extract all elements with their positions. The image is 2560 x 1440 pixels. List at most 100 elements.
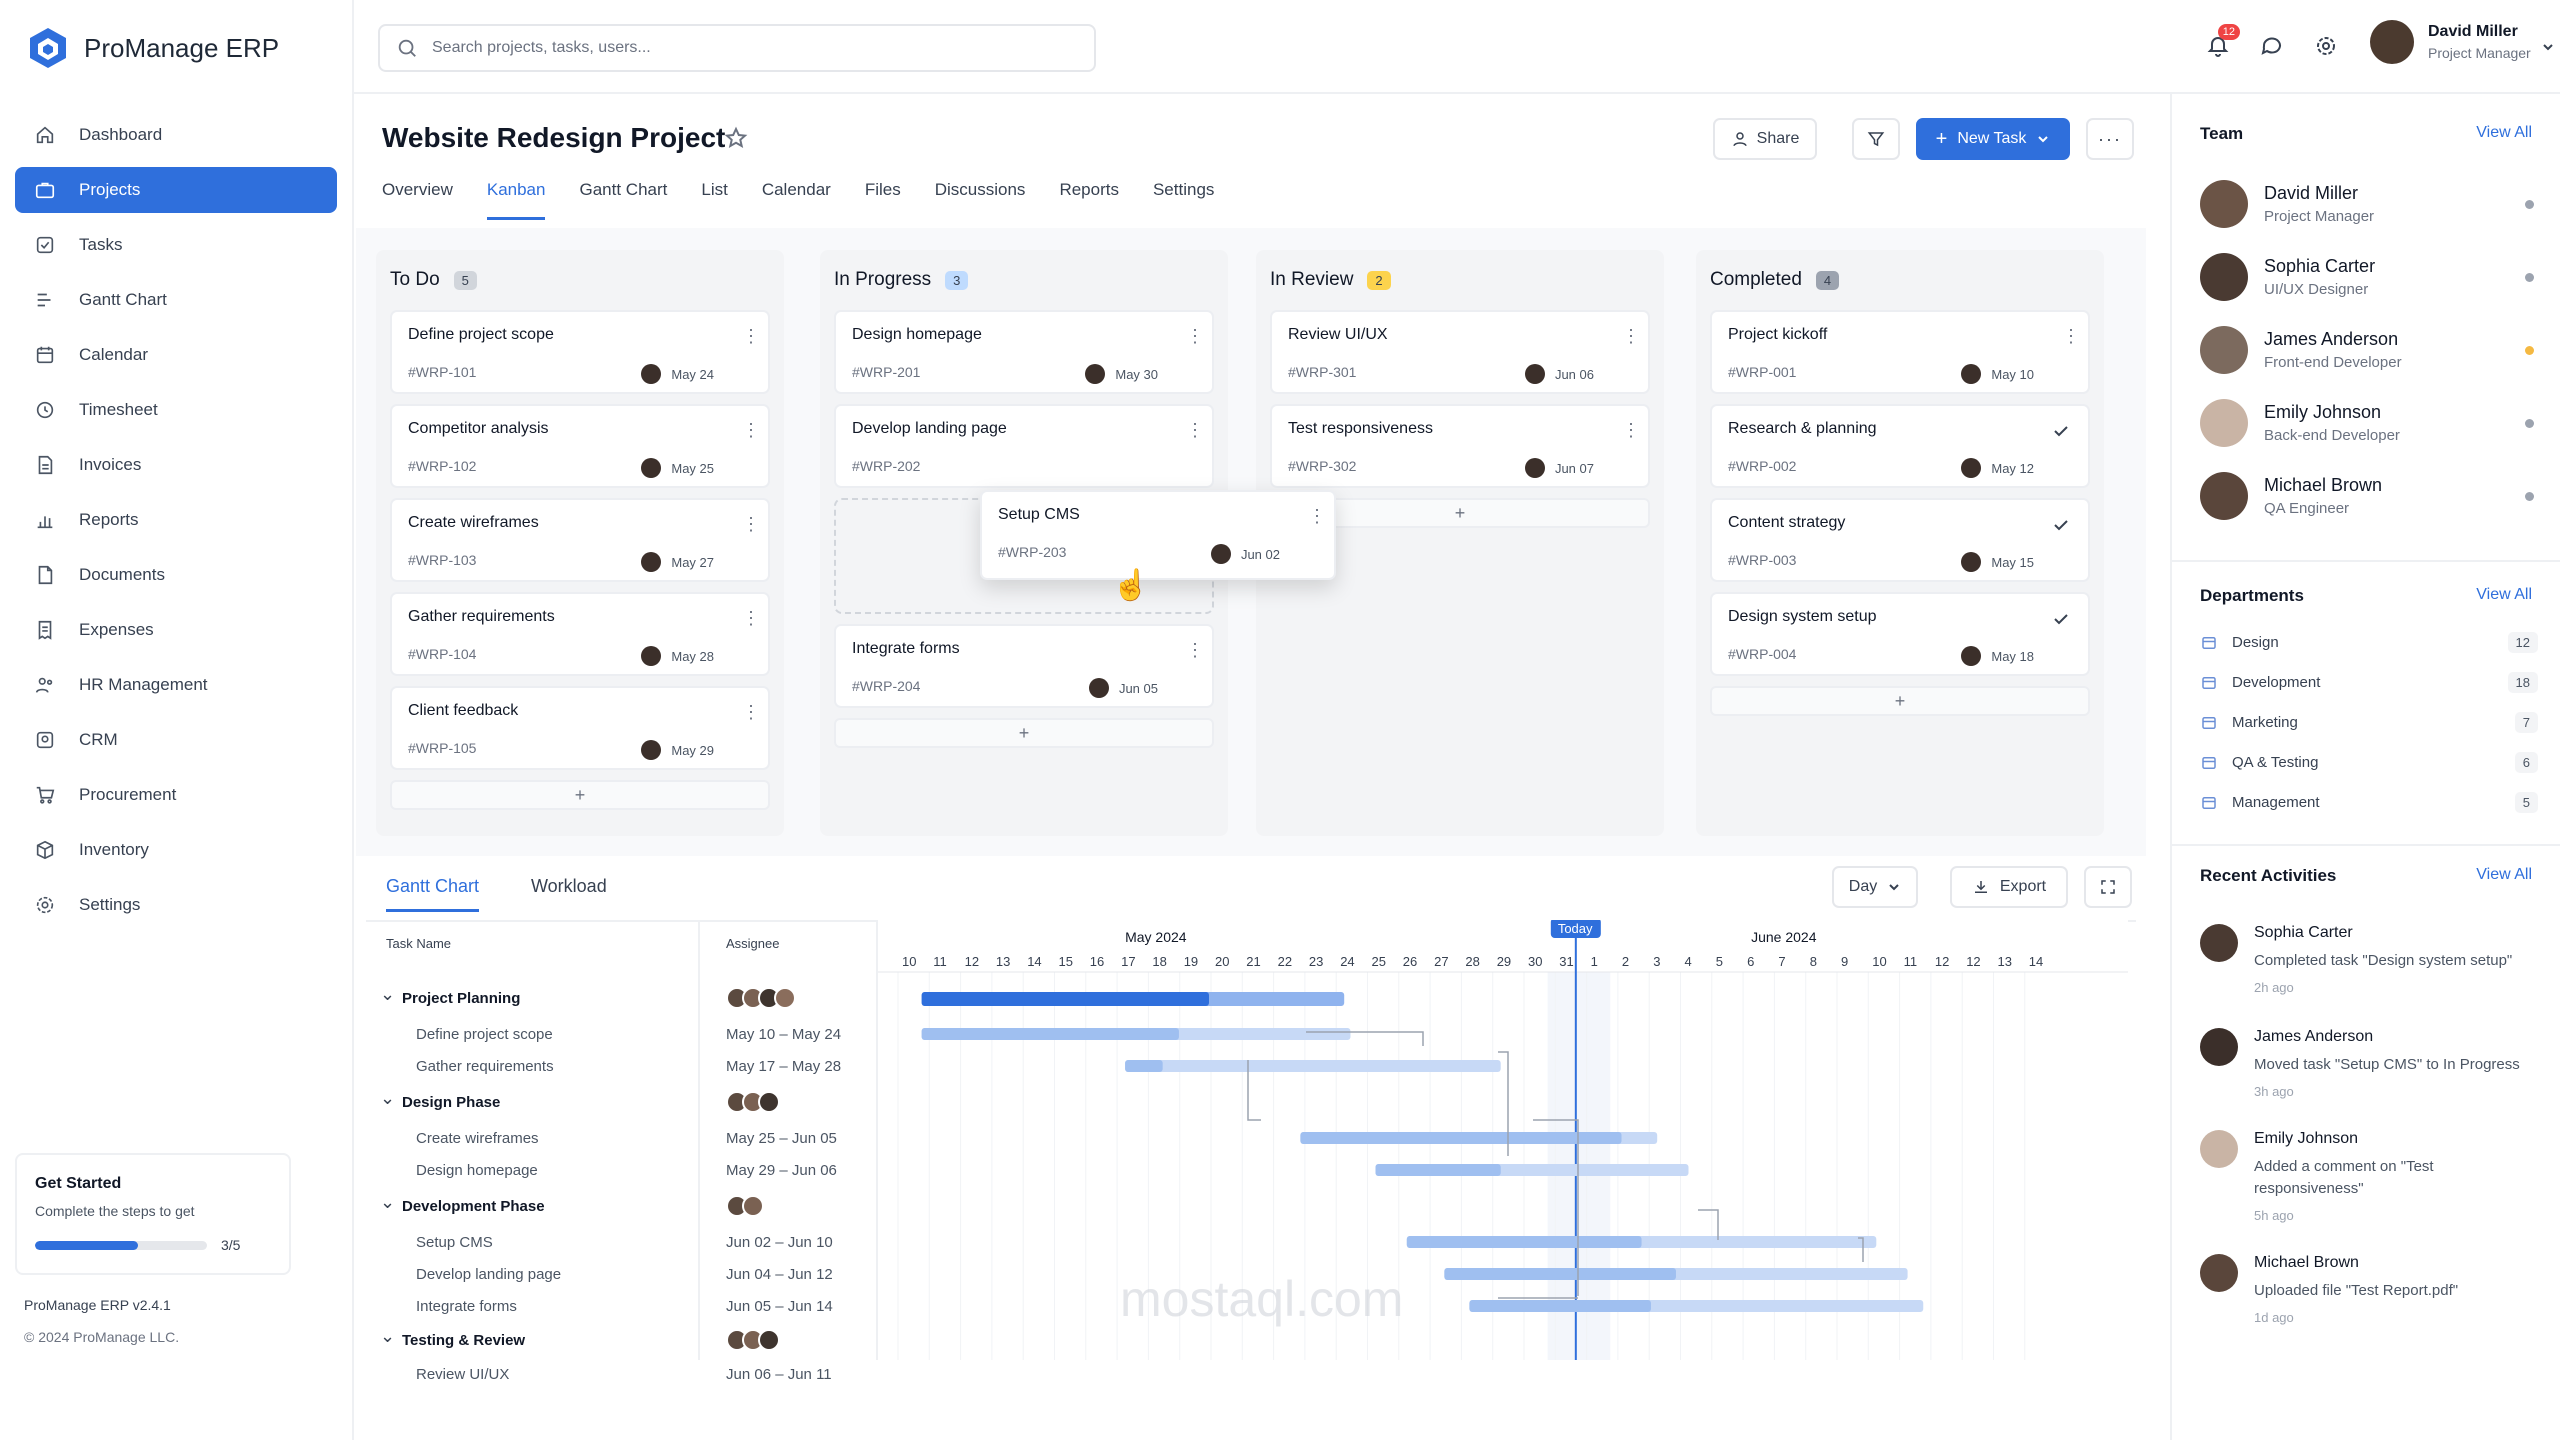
sidebar-item-expenses[interactable]: Expenses [15,607,337,653]
chevron-down-icon[interactable]: ⌄ [380,1326,395,1347]
sidebar-item-procurement[interactable]: Procurement [15,772,337,818]
team-member[interactable]: Emily Johnson Back-end Developer [2200,399,2400,447]
tab-settings[interactable]: Settings [1153,180,1214,220]
team-member[interactable]: David Miller Project Manager [2200,180,2374,228]
task-card[interactable]: Competitor analysis #WRP-102 May 25 ⋮ [390,404,770,488]
kebab-menu-icon[interactable]: ⋮ [1622,326,1640,347]
sidebar-item-timesheet[interactable]: Timesheet [15,387,337,433]
gantt-task-review-ui-ux[interactable]: Review UI/UX [416,1366,509,1383]
team-member[interactable]: Michael Brown QA Engineer [2200,472,2382,520]
filter-button[interactable] [1852,118,1900,160]
search-input[interactable] [432,39,1052,57]
task-card[interactable]: Project kickoff #WRP-001 May 10 ⋮ [1710,310,2090,394]
notifications-button[interactable]: 12 [2202,24,2240,62]
sidebar-item-tasks[interactable]: Tasks [15,222,337,268]
tab-calendar[interactable]: Calendar [762,180,831,220]
kebab-menu-icon[interactable]: ⋮ [1308,506,1326,527]
brand[interactable]: ProManage ERP [28,26,279,70]
task-card[interactable]: Review UI/UX #WRP-301 Jun 06 ⋮ [1270,310,1650,394]
kebab-menu-icon[interactable]: ⋮ [1186,640,1204,661]
task-card[interactable]: Research & planning #WRP-002 May 12 [1710,404,2090,488]
kebab-menu-icon[interactable]: ⋮ [1622,420,1640,441]
gantt-task-gather-requirements[interactable]: Gather requirements [416,1058,554,1075]
chevron-down-icon[interactable]: ⌄ [380,1192,395,1213]
activity-item[interactable]: Michael Brown Uploaded file "Test Report.… [2200,1254,2544,1325]
tab-overview[interactable]: Overview [382,180,453,220]
export-button[interactable]: Export [1950,866,2068,908]
gantt-task-integrate-forms[interactable]: Integrate forms [416,1298,517,1315]
team-member[interactable]: James Anderson Front-end Developer [2200,326,2402,374]
kebab-menu-icon[interactable]: ⋮ [742,702,760,723]
sidebar-item-gantt-chart[interactable]: Gantt Chart [15,277,337,323]
dragging-task-card[interactable]: Setup CMS #WRP-203 Jun 02 ⋮ [980,490,1336,580]
add-card-button[interactable]: + [390,780,770,810]
kebab-menu-icon[interactable]: ⋮ [1186,420,1204,441]
gantt-group-development-phase[interactable]: Development Phase [402,1198,545,1215]
fullscreen-button[interactable] [2084,866,2132,908]
kebab-menu-icon[interactable]: ⋮ [2062,326,2080,347]
settings-button[interactable] [2310,30,2342,62]
activities-view-all-link[interactable]: View All [2476,866,2532,884]
kebab-menu-icon[interactable]: ⋮ [742,326,760,347]
sidebar-item-invoices[interactable]: Invoices [15,442,337,488]
tab-gantt-chart[interactable]: Gantt Chart [386,876,480,912]
sidebar-item-settings[interactable]: Settings [15,882,337,928]
gantt-bar[interactable] [1125,1060,1501,1072]
activity-item[interactable]: Emily Johnson Added a comment on "Test re… [2200,1130,2544,1223]
sidebar-item-crm[interactable]: CRM [15,717,337,763]
sidebar-item-projects[interactable]: Projects [15,167,337,213]
activity-item[interactable]: Sophia Carter Completed task "Design syst… [2200,924,2544,995]
add-card-button[interactable]: + [834,718,1214,748]
messages-button[interactable] [2256,30,2288,62]
departments-view-all-link[interactable]: View All [2476,586,2532,604]
user-menu[interactable]: David Miller Project Manager [2370,20,2555,64]
task-card[interactable]: Design system setup #WRP-004 May 18 [1710,592,2090,676]
tab-list[interactable]: List [701,180,727,220]
tab-workload[interactable]: Workload [531,876,607,897]
new-task-button[interactable]: + New Task [1916,118,2070,160]
task-card[interactable]: Test responsiveness #WRP-302 Jun 07 ⋮ [1270,404,1650,488]
gantt-task-setup-cms[interactable]: Setup CMS [416,1234,493,1251]
search-box[interactable] [378,24,1096,72]
chevron-down-icon[interactable]: ⌄ [380,984,395,1005]
department-design[interactable]: Design 12 [2200,632,2538,653]
gantt-task-define-project-scope[interactable]: Define project scope [416,1026,553,1043]
gantt-task-design-homepage[interactable]: Design homepage [416,1162,538,1179]
task-card[interactable]: Create wireframes #WRP-103 May 27 ⋮ [390,498,770,582]
task-card[interactable]: Design homepage #WRP-201 May 30 ⋮ [834,310,1214,394]
kebab-menu-icon[interactable]: ⋮ [1186,326,1204,347]
gantt-task-create-wireframes[interactable]: Create wireframes [416,1130,539,1147]
more-options-button[interactable]: ··· [2086,118,2134,160]
team-view-all-link[interactable]: View All [2476,124,2532,142]
sidebar-item-reports[interactable]: Reports [15,497,337,543]
sidebar-item-dashboard[interactable]: Dashboard [15,112,337,158]
gantt-group-project-planning[interactable]: Project Planning [402,990,520,1007]
department-management[interactable]: Management 5 [2200,792,2538,813]
star-icon[interactable] [724,126,748,150]
team-member[interactable]: Sophia Carter UI/UX Designer [2200,253,2375,301]
activity-item[interactable]: James Anderson Moved task "Setup CMS" to … [2200,1028,2544,1099]
task-card[interactable]: Integrate forms #WRP-204 Jun 05 ⋮ [834,624,1214,708]
tab-gantt-chart[interactable]: Gantt Chart [579,180,667,220]
sidebar-item-calendar[interactable]: Calendar [15,332,337,378]
task-card[interactable]: Client feedback #WRP-105 May 29 ⋮ [390,686,770,770]
tab-discussions[interactable]: Discussions [935,180,1026,220]
task-card[interactable]: Develop landing page #WRP-202 ⋮ [834,404,1214,488]
chevron-down-icon[interactable]: ⌄ [380,1088,395,1109]
tab-kanban[interactable]: Kanban [486,180,546,220]
gantt-group-design-phase[interactable]: Design Phase [402,1094,500,1111]
sidebar-item-hr-management[interactable]: HR Management [15,662,337,708]
view-select[interactable]: Day [1832,866,1918,908]
gantt-task-develop-landing-page[interactable]: Develop landing page [416,1266,561,1283]
sidebar-item-inventory[interactable]: Inventory [15,827,337,873]
gantt-group-testing-review[interactable]: Testing & Review [402,1332,525,1349]
task-card[interactable]: Define project scope #WRP-101 May 24 ⋮ [390,310,770,394]
tab-files[interactable]: Files [865,180,901,220]
get-started-card[interactable]: Get Started Complete the steps to get 3/… [15,1153,291,1275]
sidebar-item-documents[interactable]: Documents [15,552,337,598]
tab-reports[interactable]: Reports [1059,180,1119,220]
task-card[interactable]: Content strategy #WRP-003 May 15 [1710,498,2090,582]
department-marketing[interactable]: Marketing 7 [2200,712,2538,733]
kebab-menu-icon[interactable]: ⋮ [742,608,760,629]
kebab-menu-icon[interactable]: ⋮ [742,514,760,535]
